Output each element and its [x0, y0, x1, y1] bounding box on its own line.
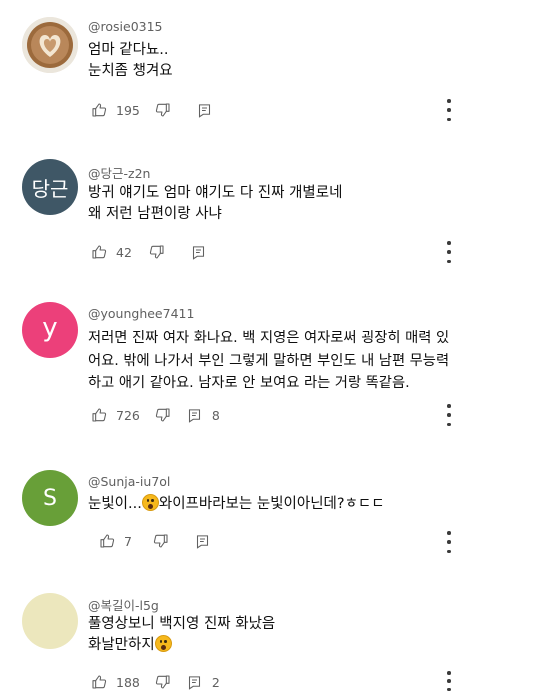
comment-text: 방귀 얘기도 엄마 얘기도 다 진짜 개별로네 왜 저런 남편이랑 사냐 [88, 183, 342, 225]
comment-text: 엄마 같다뇨.. 눈치좀 챙겨요 [88, 40, 173, 82]
reply-icon[interactable] [194, 532, 212, 550]
thumbs-down-icon[interactable] [148, 243, 166, 261]
comment-author[interactable]: @당근-z2n [88, 163, 150, 182]
comment-actions: 42 [90, 242, 208, 262]
comment-text-line: 저러면 진짜 여자 화나요. 백 지영은 여자로써 굉장히 매력 있 [88, 330, 450, 346]
reply-icon[interactable] [186, 673, 204, 691]
like-count: 726 [116, 407, 140, 423]
astonished-face-emoji [141, 494, 159, 511]
avatar[interactable]: 당근 [22, 159, 78, 215]
thumbs-down-icon[interactable] [154, 101, 172, 119]
avatar-letter: S [43, 485, 57, 511]
comment-author[interactable]: @Sunja-iu7ol [88, 474, 170, 489]
comment-text-segment: 눈빛이... [88, 496, 142, 512]
comment-actions: 195 [90, 100, 214, 120]
astonished-face-emoji [154, 635, 172, 652]
reply-count[interactable]: 2 [212, 675, 220, 690]
comment-text-line: 눈치좀 챙겨요 [88, 63, 173, 79]
comment-text: 눈빛이... 와이프바라보는 눈빛이아닌데?ㅎㄷㄷ [88, 494, 385, 515]
comment-text-line: 왜 저런 남편이랑 사냐 [88, 206, 222, 222]
more-vertical-icon[interactable] [441, 404, 457, 426]
latte-art-avatar-image [22, 17, 78, 73]
reply-icon[interactable] [186, 406, 204, 424]
comment-text-line: 엄마 같다뇨.. [88, 42, 169, 58]
comment-author[interactable]: @복길이-l5g [88, 595, 159, 614]
thumbs-up-icon[interactable] [90, 406, 108, 424]
thumbs-up-icon[interactable] [90, 673, 108, 691]
thumbs-down-icon[interactable] [154, 406, 172, 424]
thumbs-up-icon[interactable] [90, 243, 108, 261]
thumbs-down-icon[interactable] [152, 532, 170, 550]
more-vertical-icon[interactable] [441, 241, 457, 263]
more-vertical-icon[interactable] [441, 531, 457, 553]
comment-text-line: 눈빛이... 와이프바라보는 눈빛이아닌데?ㅎㄷㄷ [88, 494, 385, 515]
more-vertical-icon[interactable] [441, 671, 457, 691]
avatar[interactable] [22, 593, 78, 649]
reply-count[interactable]: 8 [212, 408, 220, 423]
more-vertical-icon[interactable] [441, 99, 457, 121]
comment-actions: 7 [98, 531, 212, 551]
comment-text-line: 화날만하지 [88, 635, 275, 656]
avatar[interactable]: y [22, 302, 78, 358]
comment-text-line: 하고 애기 같아요. 남자로 안 보여요 라는 거랑 똑같음. [88, 375, 410, 391]
like-count: 188 [116, 674, 140, 690]
comment-text-segment: 화날만하지 [88, 637, 155, 653]
comment-author[interactable]: @rosie0315 [88, 19, 163, 34]
thumbs-up-icon[interactable] [98, 532, 116, 550]
comment-text-line: 풀영상보니 백지영 진짜 화났음 [88, 616, 276, 632]
avatar-letter: 당근 [31, 176, 69, 201]
comment-text-line: 방귀 얘기도 엄마 얘기도 다 진짜 개별로네 [88, 185, 343, 201]
thumbs-down-icon[interactable] [154, 673, 172, 691]
like-count: 7 [124, 533, 132, 549]
like-count: 42 [116, 244, 132, 260]
avatar-letter: y [42, 313, 58, 343]
comment-text: 저러면 진짜 여자 화나요. 백 지영은 여자로써 굉장히 매력 있 어요. 밖… [88, 327, 449, 395]
avatar[interactable] [22, 17, 78, 73]
like-count: 195 [116, 102, 140, 118]
avatar[interactable]: S [22, 470, 78, 526]
thumbs-up-icon[interactable] [90, 101, 108, 119]
comment-text-line: 어요. 밖에 나가서 부인 그렇게 말하면 부인도 내 남편 무능력 [88, 352, 450, 369]
reply-icon[interactable] [196, 101, 214, 119]
comment-actions: 188 2 [90, 672, 220, 692]
reply-icon[interactable] [190, 243, 208, 261]
comment-text-segment: 와이프바라보는 눈빛이아닌데?ㅎㄷㄷ [158, 496, 385, 512]
comment-author[interactable]: @younghee7411 [88, 306, 194, 321]
comment-text: 풀영상보니 백지영 진짜 화났음 화날만하지 [88, 614, 275, 656]
comment-actions: 726 8 [90, 405, 220, 425]
